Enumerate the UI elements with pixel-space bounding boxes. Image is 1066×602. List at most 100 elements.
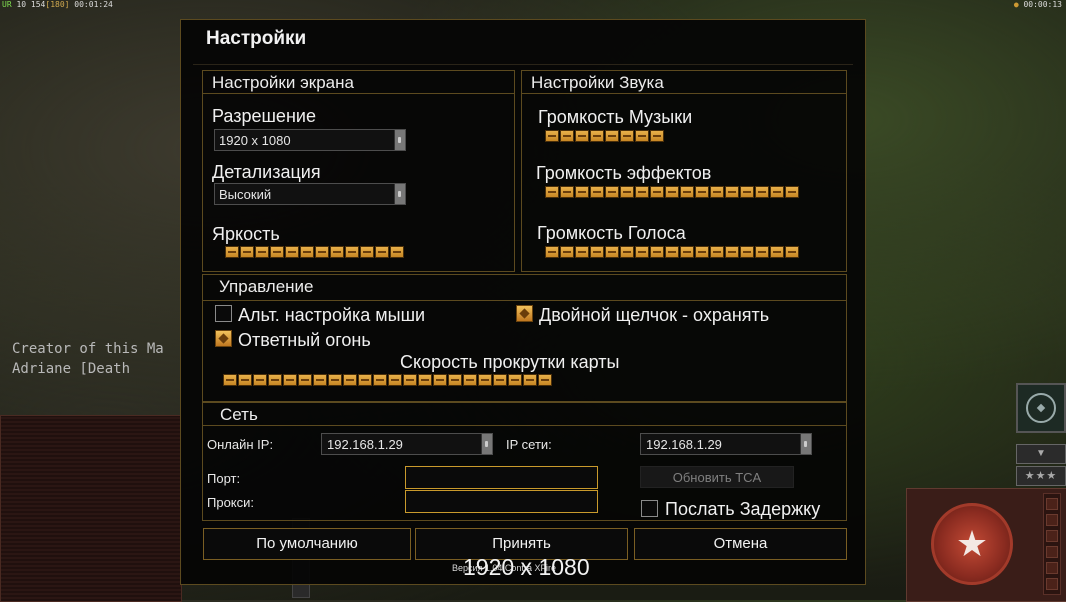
slider-segment <box>285 246 299 258</box>
slider-segment <box>755 186 769 198</box>
resolution-value: 1920 x 1080 <box>219 133 291 148</box>
music-volume-slider[interactable] <box>545 130 664 142</box>
proxy-field[interactable] <box>405 490 598 513</box>
return-fire-checkbox[interactable] <box>215 330 232 347</box>
slider-segment <box>283 374 297 386</box>
slider-segment <box>680 186 694 198</box>
slider-segment <box>770 246 784 258</box>
online-ip-label: Онлайн IP: <box>207 437 274 452</box>
slider-segment <box>695 246 709 258</box>
slider-segment <box>665 186 679 198</box>
slider-segment <box>373 374 387 386</box>
slider-segment <box>560 130 574 142</box>
faction-star-icon: ★ <box>931 503 1013 585</box>
online-ip-value: 192.168.1.29 <box>327 437 403 452</box>
slider-segment <box>650 186 664 198</box>
slider-segment <box>635 246 649 258</box>
slider-segment <box>330 246 344 258</box>
alt-mouse-label: Альт. настройка мыши <box>238 305 426 325</box>
slider-segment <box>345 246 359 258</box>
slider-segment <box>390 246 404 258</box>
dropdown-scroll-handle[interactable] <box>394 184 405 204</box>
effects-volume-label: Громкость эффектов <box>536 163 712 183</box>
slider-segment <box>255 246 269 258</box>
faction-emblem-panel: ★ <box>906 488 1066 602</box>
slider-segment <box>545 246 559 258</box>
brightness-slider[interactable] <box>225 246 404 258</box>
slider-segment <box>328 374 342 386</box>
slider-segment <box>523 374 537 386</box>
network-header: Сеть <box>203 403 846 426</box>
double-click-guard-checkbox[interactable] <box>516 305 533 322</box>
slider-segment <box>478 374 492 386</box>
hud-resource-readout: UR 10 154[180] 00:01:24 <box>2 0 113 9</box>
slider-segment <box>240 246 254 258</box>
control-heading: Управление <box>219 277 314 296</box>
voice-volume-label: Громкость Голоса <box>537 223 686 243</box>
online-ip-dropdown[interactable]: 192.168.1.29 <box>321 433 493 455</box>
port-field[interactable] <box>405 466 598 489</box>
music-volume-label: Громкость Музыки <box>538 107 693 127</box>
dropdown-scroll-handle[interactable] <box>481 434 492 454</box>
slider-segment <box>665 246 679 258</box>
default-button[interactable]: По умолчанию <box>203 528 411 560</box>
resolution-label: Разрешение <box>212 106 316 126</box>
lan-ip-dropdown[interactable]: 192.168.1.29 <box>640 433 812 455</box>
update-tca-button[interactable]: Обновить TCA <box>640 466 794 488</box>
slider-segment <box>710 246 724 258</box>
effects-volume-slider[interactable] <box>545 186 799 198</box>
slider-segment <box>590 246 604 258</box>
options-dialog: Настройки Настройки экрана Разрешение 19… <box>180 19 866 585</box>
slider-segment <box>785 246 799 258</box>
slider-segment <box>375 246 389 258</box>
slider-segment <box>418 374 432 386</box>
slider-segment <box>575 246 589 258</box>
slider-segment <box>620 246 634 258</box>
slider-segment <box>238 374 252 386</box>
brightness-label: Яркость <box>212 224 280 244</box>
send-delay-checkbox[interactable] <box>641 500 658 517</box>
slider-segment <box>575 130 589 142</box>
hud-prefix: UR <box>2 0 12 9</box>
slider-segment <box>298 374 312 386</box>
slider-segment <box>358 374 372 386</box>
title-divider <box>193 64 853 65</box>
slider-segment <box>725 246 739 258</box>
slider-segment <box>253 374 267 386</box>
slider-segment <box>770 186 784 198</box>
detail-dropdown[interactable]: Высокий <box>214 183 406 205</box>
alt-mouse-checkbox[interactable] <box>215 305 232 322</box>
resolution-dropdown[interactable]: 1920 x 1080 <box>214 129 406 151</box>
dropdown-scroll-handle[interactable] <box>394 130 405 150</box>
detail-value: Высокий <box>219 187 272 202</box>
scroll-speed-slider[interactable] <box>223 374 552 386</box>
hud-values: 10 154 <box>16 0 46 9</box>
slider-segment <box>650 246 664 258</box>
screen-settings-header: Настройки экрана <box>203 71 514 94</box>
slider-segment <box>575 186 589 198</box>
voice-volume-slider[interactable] <box>545 246 799 258</box>
slider-segment <box>300 246 314 258</box>
slider-segment <box>463 374 477 386</box>
radar-button[interactable] <box>1016 383 1066 433</box>
network-heading: Сеть <box>220 405 258 424</box>
hud-timer: ● 00:00:13 <box>1014 0 1062 9</box>
control-panel: Управление Альт. настройка мыши Двойной … <box>202 274 847 402</box>
chevron-down-icon[interactable]: ▼ <box>1016 444 1066 464</box>
slider-segment <box>620 130 634 142</box>
slider-segment <box>313 374 327 386</box>
slider-segment <box>315 246 329 258</box>
slider-segment <box>635 186 649 198</box>
scroll-speed-label: Скорость прокрутки карты <box>400 352 620 372</box>
dropdown-scroll-handle[interactable] <box>800 434 811 454</box>
command-panel-left <box>0 415 182 602</box>
control-header: Управление <box>203 275 846 301</box>
lan-ip-label: IP сети: <box>506 437 552 452</box>
slider-segment <box>710 186 724 198</box>
slider-segment <box>433 374 447 386</box>
slider-segment <box>635 130 649 142</box>
slider-segment <box>545 186 559 198</box>
slider-segment <box>650 130 664 142</box>
cancel-button[interactable]: Отмена <box>634 528 847 560</box>
rank-stars-icon[interactable]: ★★★ <box>1016 466 1066 486</box>
